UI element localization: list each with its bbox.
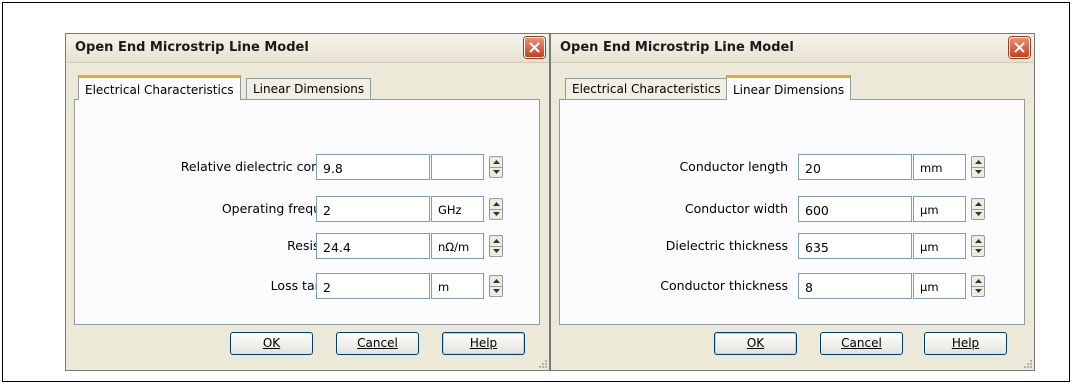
spinner-dielectric-thickness[interactable] [971, 235, 985, 257]
cancel-button[interactable]: Cancel [336, 332, 419, 355]
arrow-down-icon[interactable] [972, 286, 984, 296]
unit-field-relative-dielectric-constant[interactable] [431, 154, 484, 180]
help-button[interactable]: Help [924, 332, 1007, 355]
spinner-resistivity[interactable] [489, 235, 503, 257]
value-field-loss-tangent[interactable]: 2 [316, 273, 430, 299]
row-label-conductor-thickness: Conductor thickness [660, 278, 788, 293]
tab-linear-dimensions[interactable]: Linear Dimensions [246, 78, 372, 99]
arrow-down-icon[interactable] [490, 246, 502, 256]
help-button[interactable]: Help [442, 332, 525, 355]
row-label-dielectric-thickness: Dielectric thickness [665, 238, 788, 253]
value-field-dielectric-thickness[interactable]: 635 [798, 233, 912, 259]
screenshot-frame: Open End Microstrip Line Model Electrica… [2, 2, 1070, 382]
ok-button-label: OK [262, 336, 281, 350]
help-button-label: Help [469, 336, 498, 350]
close-icon [1014, 42, 1025, 53]
close-button[interactable] [524, 37, 545, 58]
tab-electrical-characteristics[interactable]: Electrical Characteristics [78, 75, 241, 100]
left-dialog: Open End Microstrip Line Model Electrica… [65, 33, 550, 371]
cancel-button-label: Cancel [357, 336, 398, 350]
unit-field-operating-frequency[interactable]: GHz [431, 196, 484, 222]
unit-field-conductor-width[interactable]: μm [913, 196, 966, 222]
spinner-loss-tangent[interactable] [489, 275, 503, 297]
cancel-button-label: Cancel [841, 336, 882, 350]
spinner-conductor-width[interactable] [971, 198, 985, 220]
value-field-resistivity[interactable]: 24.4 [316, 233, 430, 259]
title-bar[interactable]: Open End Microstrip Line Model [551, 34, 1034, 63]
row-label-conductor-width: Conductor width [684, 201, 788, 216]
unit-field-loss-tangent[interactable]: m [431, 273, 484, 299]
tab-linear-dimensions[interactable]: Linear Dimensions [726, 75, 852, 100]
unit-field-conductor-thickness[interactable]: μm [913, 273, 966, 299]
resize-grip-icon[interactable] [1022, 358, 1032, 368]
tab-electrical-characteristics[interactable]: Electrical Characteristics [565, 78, 728, 99]
value-field-operating-frequency[interactable]: 2 [316, 196, 430, 222]
value-field-conductor-width[interactable]: 600 [798, 196, 912, 222]
arrow-down-icon[interactable] [490, 167, 502, 177]
ok-button[interactable]: OK [714, 332, 797, 355]
value-field-relative-dielectric-constant[interactable]: 9.8 [316, 154, 430, 180]
unit-field-resistivity[interactable]: nΩ/m [431, 233, 484, 259]
arrow-down-icon[interactable] [972, 209, 984, 219]
close-icon [529, 42, 540, 53]
arrow-down-icon[interactable] [972, 167, 984, 177]
arrow-down-icon[interactable] [490, 286, 502, 296]
ok-button-label: OK [746, 336, 765, 350]
dialog-title: Open End Microstrip Line Model [560, 40, 794, 55]
spinner-conductor-length[interactable] [971, 156, 985, 178]
arrow-down-icon[interactable] [972, 246, 984, 256]
cancel-button[interactable]: Cancel [820, 332, 903, 355]
arrow-down-icon[interactable] [490, 209, 502, 219]
unit-field-conductor-length[interactable]: mm [913, 154, 966, 180]
value-field-conductor-length[interactable]: 20 [798, 154, 912, 180]
spinner-operating-frequency[interactable] [489, 198, 503, 220]
spinner-relative-dielectric-constant[interactable] [489, 156, 503, 178]
title-bar[interactable]: Open End Microstrip Line Model [66, 34, 549, 63]
dialog-title: Open End Microstrip Line Model [75, 40, 309, 55]
right-dialog: Open End Microstrip Line Model Electrica… [550, 33, 1035, 371]
tab-panel: Relative dielectric constant 9.8 Operati… [74, 99, 540, 325]
tab-panel: Conductor length 20 mm Conductor width 6… [559, 99, 1025, 325]
value-field-conductor-thickness[interactable]: 8 [798, 273, 912, 299]
resize-grip-icon[interactable] [537, 358, 547, 368]
spinner-conductor-thickness[interactable] [971, 275, 985, 297]
close-button[interactable] [1009, 37, 1030, 58]
help-button-label: Help [951, 336, 980, 350]
unit-field-dielectric-thickness[interactable]: μm [913, 233, 966, 259]
row-label-conductor-length: Conductor length [679, 159, 788, 174]
ok-button[interactable]: OK [230, 332, 313, 355]
